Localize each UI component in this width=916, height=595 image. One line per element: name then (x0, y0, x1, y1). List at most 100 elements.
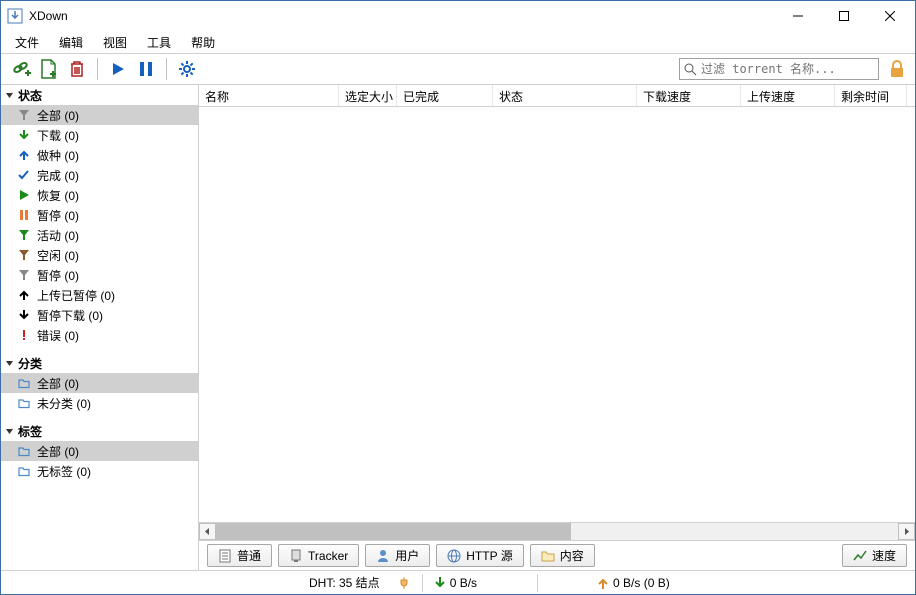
delete-button[interactable] (63, 55, 91, 83)
menu-tools[interactable]: 工具 (137, 32, 181, 53)
scroll-right-button[interactable] (898, 523, 915, 540)
search-icon (684, 63, 697, 76)
close-button[interactable] (867, 1, 913, 31)
folder-blue-icon (17, 377, 31, 389)
tab-speed[interactable]: 速度 (842, 544, 907, 567)
column-header[interactable]: 已完成 (397, 85, 493, 106)
sidebar-item-label: 暂停 (0) (37, 267, 79, 284)
folder-blue-icon (17, 397, 31, 409)
column-header[interactable]: 剩余时间 (835, 85, 907, 106)
sidebar-item-label: 做种 (0) (37, 147, 79, 164)
resume-button[interactable] (104, 55, 132, 83)
sidebar-item[interactable]: 全部 (0) (1, 373, 198, 393)
sidebar-item-label: 全部 (0) (37, 443, 79, 460)
menu-help[interactable]: 帮助 (181, 32, 225, 53)
menu-edit[interactable]: 编辑 (49, 32, 93, 53)
status-dht: DHT: 35 结点 (309, 574, 380, 591)
sidebar-item-label: 完成 (0) (37, 167, 79, 184)
scroll-thumb[interactable] (216, 523, 571, 540)
titlebar: XDown (1, 1, 915, 31)
sidebar-item[interactable]: 上传已暂停 (0) (1, 285, 198, 305)
sidebar-group-header[interactable]: 分类 (1, 353, 198, 373)
column-header[interactable]: 名称 (199, 85, 339, 106)
up-arrow-icon (598, 577, 608, 589)
tab-general-label: 普通 (237, 547, 261, 564)
column-header[interactable]: 下载速度 (637, 85, 741, 106)
chevron-down-icon (5, 427, 14, 436)
sidebar-item-label: 下载 (0) (37, 127, 79, 144)
folder-icon (541, 549, 555, 563)
sidebar-item[interactable]: 暂停 (0) (1, 265, 198, 285)
sidebar-item[interactable]: 恢复 (0) (1, 185, 198, 205)
tab-user[interactable]: 用户 (365, 544, 430, 567)
sidebar-item[interactable]: 活动 (0) (1, 225, 198, 245)
add-file-button[interactable] (35, 55, 63, 83)
tab-general[interactable]: 普通 (207, 544, 272, 567)
search-box[interactable] (679, 58, 879, 80)
sidebar-item[interactable]: 做种 (0) (1, 145, 198, 165)
toolbar-separator (97, 58, 98, 80)
status-upload-label: 0 B/s (0 B) (613, 576, 670, 590)
sidebar-item-label: 活动 (0) (37, 227, 79, 244)
sidebar-group-title: 标签 (18, 423, 42, 440)
lock-button[interactable] (885, 60, 909, 78)
tab-tracker-label: Tracker (308, 549, 348, 563)
table-body (199, 107, 915, 522)
minimize-button[interactable] (775, 1, 821, 31)
sidebar-item[interactable]: 空闲 (0) (1, 245, 198, 265)
sidebar-item[interactable]: 全部 (0) (1, 441, 198, 461)
horizontal-scrollbar[interactable] (199, 522, 915, 540)
column-header[interactable]: 上传速度 (741, 85, 835, 106)
sidebar-item[interactable]: 错误 (0) (1, 325, 198, 345)
main-panel: 名称选定大小已完成状态下载速度上传速度剩余时间 普通 Tracker 用户 (199, 85, 915, 570)
table-header: 名称选定大小已完成状态下载速度上传速度剩余时间 (199, 85, 915, 107)
settings-button[interactable] (173, 55, 201, 83)
tracker-icon (289, 549, 303, 563)
sidebar-group-title: 状态 (18, 87, 42, 104)
status-download-label: 0 B/s (450, 576, 477, 590)
sidebar-group-header[interactable]: 状态 (1, 85, 198, 105)
chevron-down-icon (5, 91, 14, 100)
down-black-icon (17, 309, 31, 321)
status-upload: 0 B/s (0 B) (598, 576, 670, 590)
sidebar-item-label: 全部 (0) (37, 375, 79, 392)
tab-http-label: HTTP 源 (466, 547, 512, 564)
tab-tracker[interactable]: Tracker (278, 544, 359, 567)
document-icon (218, 549, 232, 563)
filter-brown-icon (17, 249, 31, 261)
pause-button[interactable] (132, 55, 160, 83)
status-dht-label: DHT: 35 结点 (309, 574, 380, 591)
sidebar-item[interactable]: 暂停下载 (0) (1, 305, 198, 325)
chevron-down-icon (5, 359, 14, 368)
statusbar: DHT: 35 结点 0 B/s 0 B/s (0 B) (1, 570, 915, 594)
tab-content[interactable]: 内容 (530, 544, 595, 567)
app-icon (7, 8, 23, 24)
sidebar-group-header[interactable]: 标签 (1, 421, 198, 441)
sidebar-item-label: 全部 (0) (37, 107, 79, 124)
toolbar-separator (166, 58, 167, 80)
menu-view[interactable]: 视图 (93, 32, 137, 53)
tab-http[interactable]: HTTP 源 (436, 544, 523, 567)
sidebar-item[interactable]: 暂停 (0) (1, 205, 198, 225)
sidebar-item[interactable]: 全部 (0) (1, 105, 198, 125)
tab-user-label: 用户 (395, 547, 419, 564)
sidebar-item[interactable]: 完成 (0) (1, 165, 198, 185)
toolbar (1, 53, 915, 85)
status-download: 0 B/s (435, 576, 477, 590)
sidebar-item[interactable]: 下载 (0) (1, 125, 198, 145)
column-header[interactable]: 状态 (493, 85, 637, 106)
window-title: XDown (29, 9, 775, 23)
plug-icon (398, 576, 410, 590)
up-blue-icon (17, 149, 31, 161)
add-link-button[interactable] (7, 55, 35, 83)
bang-red-icon (17, 329, 31, 341)
search-input[interactable] (701, 62, 874, 76)
column-header[interactable]: 选定大小 (339, 85, 397, 106)
sidebar-item[interactable]: 未分类 (0) (1, 393, 198, 413)
scroll-left-button[interactable] (199, 523, 216, 540)
menu-file[interactable]: 文件 (5, 32, 49, 53)
user-icon (376, 549, 390, 563)
maximize-button[interactable] (821, 1, 867, 31)
sidebar-item[interactable]: 无标签 (0) (1, 461, 198, 481)
menubar: 文件 编辑 视图 工具 帮助 (1, 31, 915, 53)
